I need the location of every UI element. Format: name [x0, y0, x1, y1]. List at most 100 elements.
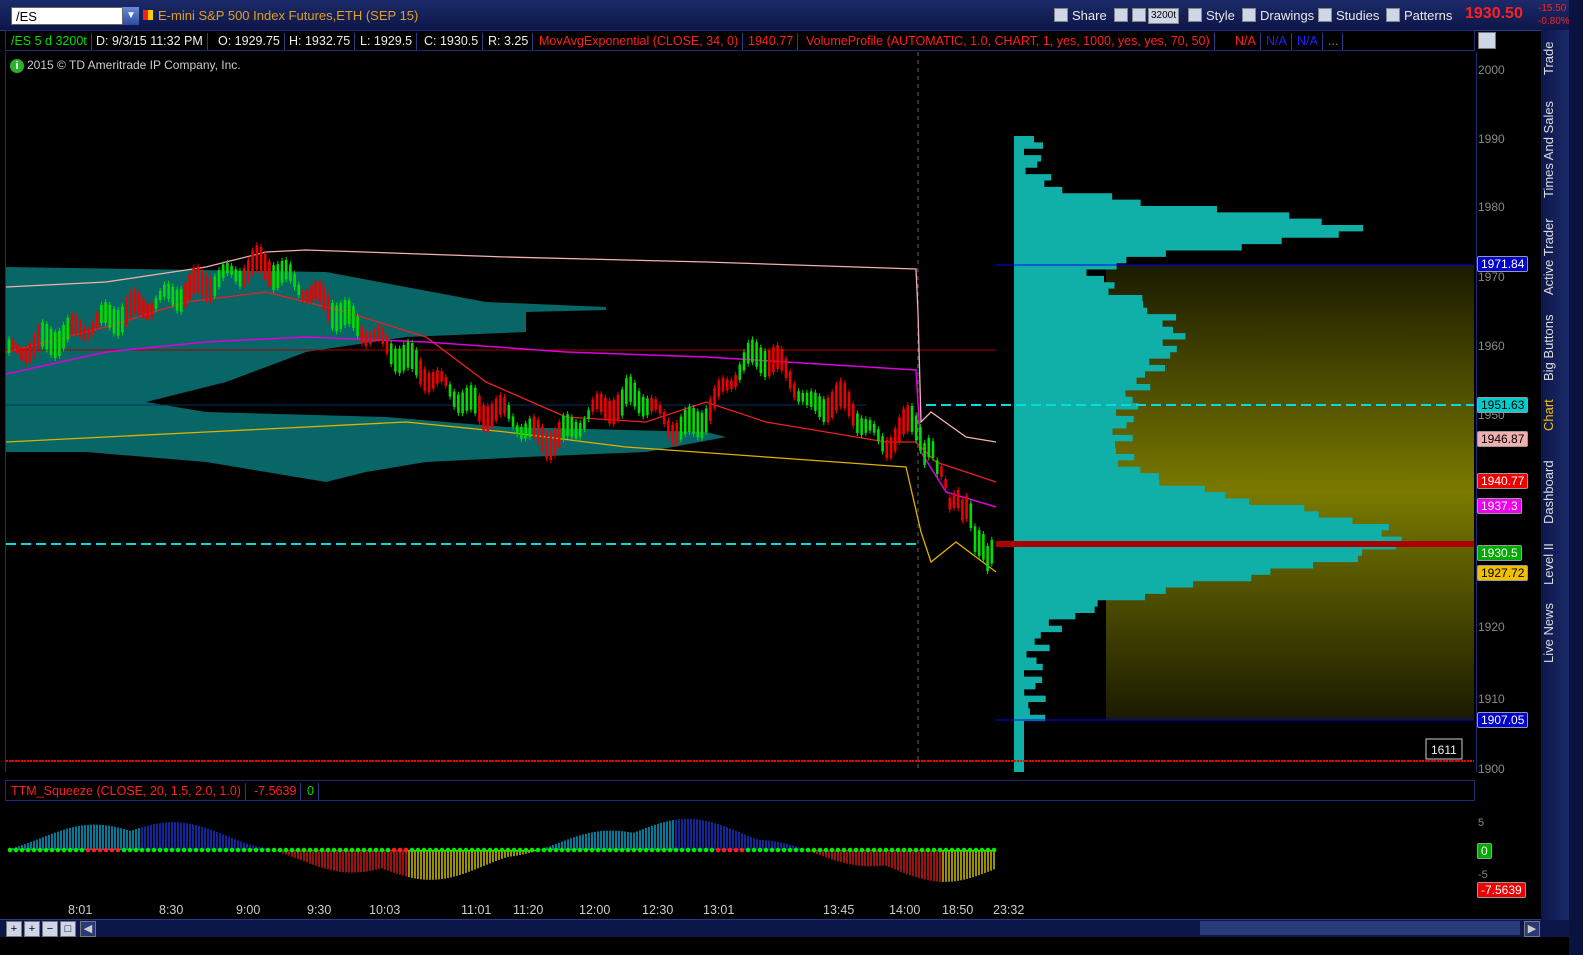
squeeze-dot	[193, 847, 199, 853]
chart-options-icon[interactable]	[1478, 32, 1496, 49]
zoom-in-icon[interactable]: +	[24, 921, 40, 937]
squeeze-dot	[655, 847, 661, 853]
candle-body	[7, 339, 11, 353]
aggregation-button[interactable]: 3200t	[1148, 8, 1180, 24]
candle-body	[948, 497, 952, 510]
candle-body	[646, 398, 649, 416]
volume-profile-study-label[interactable]: VolumeProfile (AUTOMATIC, 1.0, CHART, 1,…	[802, 33, 1215, 50]
squeeze-dot	[115, 847, 121, 853]
candle-body	[53, 332, 57, 359]
scroll-left-icon[interactable]: ◀	[80, 921, 96, 937]
squeeze-dot	[103, 847, 109, 853]
squeeze-dot	[457, 847, 463, 853]
candle-body	[709, 399, 712, 421]
candle-body	[41, 322, 44, 347]
zoom-out-icon[interactable]: −	[42, 921, 58, 937]
candle-body	[360, 326, 364, 344]
lower-y-tick: 5	[1478, 817, 1485, 829]
tab-level-ii[interactable]: Level II	[1541, 538, 1569, 590]
squeeze-dot	[829, 847, 835, 853]
squeeze-dot	[181, 847, 187, 853]
candle-body	[801, 392, 805, 402]
candle-body	[977, 530, 981, 557]
squeeze-dot	[397, 847, 403, 853]
tab-active-trader[interactable]: Active Trader	[1541, 212, 1569, 302]
squeeze-dot	[151, 847, 157, 853]
candle-body	[528, 418, 532, 437]
candle-body	[154, 298, 158, 309]
studies-button[interactable]: Studies	[1314, 6, 1383, 25]
chart-scrollbar[interactable]	[1200, 921, 1520, 935]
info-more[interactable]: ...	[1324, 33, 1344, 50]
y-tick: 1990	[1478, 132, 1505, 146]
ema-study-label[interactable]: MovAvgExponential (CLOSE, 34, 0)	[535, 33, 744, 50]
price-tag-va-high: 1971.84	[1477, 256, 1529, 272]
squeeze-dot	[535, 847, 541, 853]
squeeze-dot	[61, 847, 67, 853]
squeeze-dot	[385, 847, 391, 853]
symbol-dropdown-button[interactable]: ▼	[123, 7, 139, 25]
symbol-input[interactable]: /ES	[11, 7, 123, 25]
price-chart[interactable]	[5, 52, 1477, 772]
net-change: -15.50	[1538, 3, 1567, 14]
squeeze-dot	[217, 847, 223, 853]
candle-body	[410, 343, 414, 369]
squeeze-dot	[601, 847, 607, 853]
tab-big-buttons[interactable]: Big Buttons	[1541, 310, 1569, 386]
squeeze-dot	[391, 847, 397, 853]
candle-body	[74, 316, 78, 333]
share-button[interactable]: Share	[1050, 6, 1111, 25]
y-tick: 1900	[1478, 762, 1505, 776]
squeeze-dot	[265, 847, 271, 853]
candle-body	[343, 300, 347, 326]
candle-body	[192, 267, 196, 294]
squeeze-dot	[253, 847, 259, 853]
candle-body	[927, 437, 931, 458]
candle-body	[940, 466, 943, 477]
squeeze-dot	[421, 847, 427, 853]
candle-body	[423, 369, 427, 391]
squeeze-dot	[769, 847, 775, 853]
candle-body	[919, 427, 922, 451]
candle-body	[746, 342, 750, 364]
squeeze-dot	[577, 847, 583, 853]
patterns-button[interactable]: Patterns	[1382, 6, 1456, 25]
squeeze-dot	[607, 847, 613, 853]
candle-body	[11, 339, 15, 351]
candle-body	[641, 396, 645, 417]
candle-body	[935, 460, 939, 475]
candle-body	[259, 246, 263, 273]
squeeze-dot	[667, 847, 673, 853]
pan-icon[interactable]: +	[6, 921, 22, 937]
tab-live-news[interactable]: Live News	[1541, 598, 1569, 668]
style-button[interactable]: Style	[1184, 6, 1239, 25]
squeeze-dot	[241, 847, 247, 853]
tab-chart[interactable]: Chart	[1541, 395, 1569, 435]
drawings-button[interactable]: Drawings	[1238, 6, 1318, 25]
tab-trade[interactable]: Trade	[1541, 34, 1569, 82]
candle-body	[499, 395, 502, 415]
candle-body	[142, 298, 145, 319]
candle-body	[557, 421, 561, 447]
squeeze-dots	[7, 847, 997, 853]
candle-body	[45, 324, 49, 350]
scroll-right-icon[interactable]: ▶	[1524, 921, 1540, 937]
squeeze-dot	[643, 847, 649, 853]
percent-change: -0.80%	[1538, 16, 1570, 27]
candle-body	[95, 312, 99, 328]
squeeze-dot	[631, 847, 637, 853]
info-icon[interactable]: i	[10, 59, 24, 73]
tab-dashboard[interactable]: Dashboard	[1541, 455, 1569, 529]
last-price: 1930.50	[1465, 5, 1523, 22]
fit-icon[interactable]: □	[60, 921, 76, 937]
squeeze-dot	[649, 847, 655, 853]
instrument-flag-icon	[143, 10, 153, 20]
ttm-squeeze-label[interactable]: TTM_Squeeze (CLOSE, 20, 1.5, 2.0, 1.0)	[7, 783, 246, 800]
patterns-label: Patterns	[1404, 8, 1453, 23]
squeeze-dot	[685, 847, 691, 853]
ttm-squeeze-pane[interactable]	[5, 801, 1475, 901]
vp-value-1: N/A	[1231, 33, 1261, 50]
candle-body	[263, 253, 267, 280]
tab-times-and-sales[interactable]: Times And Sales	[1541, 96, 1569, 202]
candle-body	[293, 273, 296, 288]
